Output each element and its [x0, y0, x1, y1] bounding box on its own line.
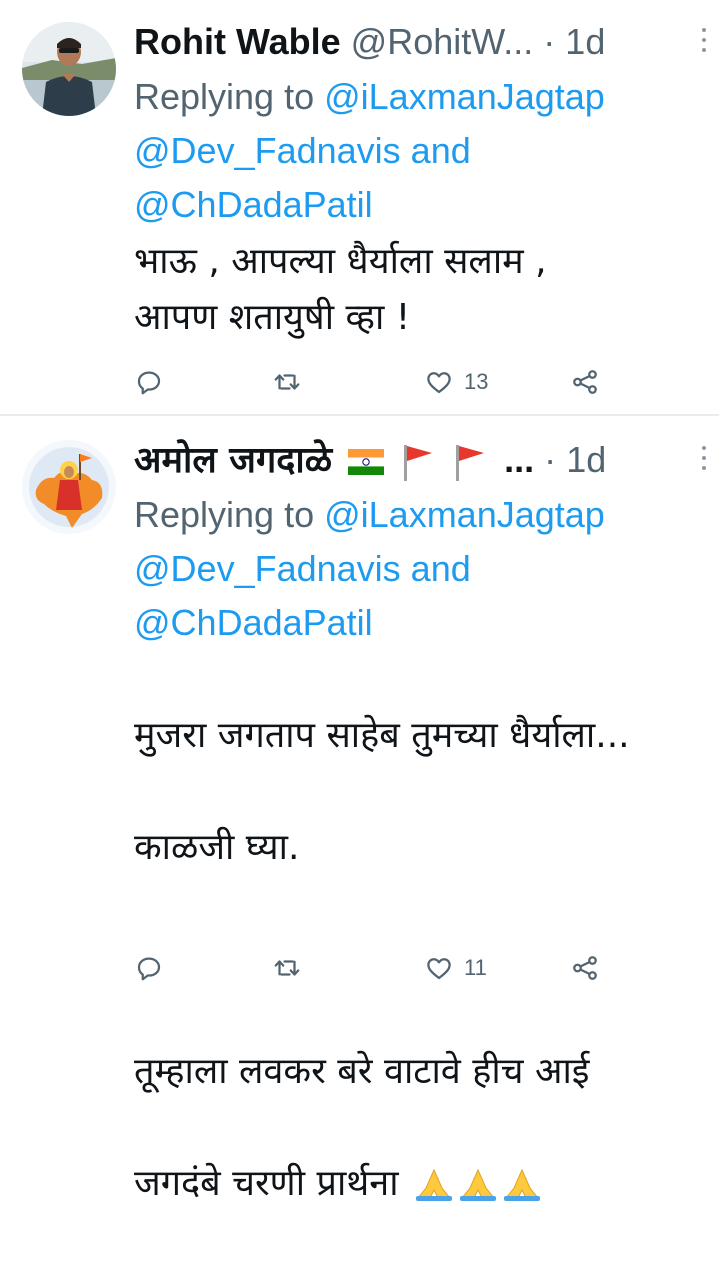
tweet-text-line: तूम्हाला लवकर बरे वाटावे हीच आई	[134, 1051, 590, 1092]
display-name[interactable]: Rohit Wable	[134, 21, 341, 62]
mention-link[interactable]: @Dev_Fadnavis	[134, 130, 401, 171]
tweet-text-line: काळजी घ्या.	[134, 827, 300, 868]
share-button[interactable]	[570, 362, 600, 402]
like-button[interactable]: 13	[424, 362, 488, 402]
share-icon	[573, 370, 597, 394]
tweet[interactable]: अमोल जगदाळे ... · 1d Replying to @iLaxma…	[0, 418, 719, 1204]
folded-hands-icon	[460, 1168, 497, 1201]
and-text: and	[400, 130, 471, 171]
and-text: and	[400, 548, 471, 589]
mention-link[interactable]: @ChDadaPatil	[134, 602, 373, 643]
avatar[interactable]	[22, 440, 116, 534]
mention-link[interactable]: @Dev_Fadnavis	[134, 548, 401, 589]
tweet-text: भाऊ , आपल्या धैर्याला सलाम , आपण शतायुषी…	[134, 241, 547, 338]
mention-link[interactable]: @ChDadaPatil	[134, 184, 373, 225]
retweet-icon	[274, 374, 300, 390]
name-ellipsis: ...	[504, 439, 535, 480]
replying-to-label: Replying to	[134, 494, 325, 535]
divider	[0, 414, 719, 416]
more-vertical-icon[interactable]	[701, 446, 707, 474]
india-flag-icon	[348, 449, 385, 476]
reply-icon	[137, 957, 161, 981]
reply-button[interactable]	[134, 362, 164, 402]
heart-icon	[427, 372, 451, 394]
replying-to-label: Replying to	[134, 76, 325, 117]
more-vertical-icon[interactable]	[701, 28, 707, 56]
heart-icon	[427, 958, 451, 980]
replying-to: Replying to @iLaxmanJagtap @Dev_Fadnavis…	[134, 70, 691, 232]
share-button[interactable]	[570, 948, 600, 988]
tweet-text-line: जगदंबे चरणी प्रार्थना	[134, 1163, 399, 1204]
share-icon	[573, 956, 597, 980]
timestamp[interactable]: 1d	[566, 439, 606, 480]
reply-button[interactable]	[134, 948, 164, 988]
folded-hands-icon	[504, 1168, 541, 1201]
saffron-flag-icon	[456, 445, 485, 482]
replying-to: Replying to @iLaxmanJagtap @Dev_Fadnavis…	[134, 488, 691, 650]
saffron-flag-icon	[404, 445, 433, 482]
separator-dot: ·	[544, 439, 557, 480]
mention-link[interactable]: @iLaxmanJagtap	[324, 494, 605, 535]
folded-hands-icon	[416, 1168, 453, 1201]
reply-icon	[137, 371, 161, 395]
tweet-content: अमोल जगदाळे ... · 1d Replying to @iLaxma…	[134, 432, 706, 1268]
tweet-header: Rohit Wable @RohitW... · 1d	[134, 14, 706, 70]
like-count: 11	[464, 955, 487, 980]
action-bar: 13	[134, 362, 614, 402]
mention-link[interactable]: @iLaxmanJagtap	[324, 76, 605, 117]
timestamp[interactable]: 1d	[565, 21, 605, 62]
tweet-header: अमोल जगदाळे ... · 1d	[134, 432, 706, 488]
tweet-text-line: जगदंबे चरणी प्रार्थना	[134, 1156, 691, 1212]
retweet-button[interactable]	[272, 948, 302, 988]
user-handle[interactable]: @RohitW...	[351, 21, 534, 62]
separator-dot: ·	[543, 21, 556, 62]
like-button[interactable]: 11	[424, 948, 487, 988]
action-bar: 11	[134, 948, 614, 988]
retweet-button[interactable]	[272, 362, 302, 402]
tweet-content: Rohit Wable @RohitW... · 1d Replying to …	[134, 14, 706, 346]
display-name[interactable]: अमोल जगदाळे	[134, 440, 332, 481]
like-count: 13	[464, 369, 489, 394]
tweet[interactable]: Rohit Wable @RohitW... · 1d Replying to …	[0, 0, 719, 414]
avatar[interactable]	[22, 22, 116, 116]
tweet-text-line: मुजरा जगताप साहेब तुमच्या धैर्याला...	[134, 715, 630, 756]
retweet-icon	[274, 960, 300, 976]
